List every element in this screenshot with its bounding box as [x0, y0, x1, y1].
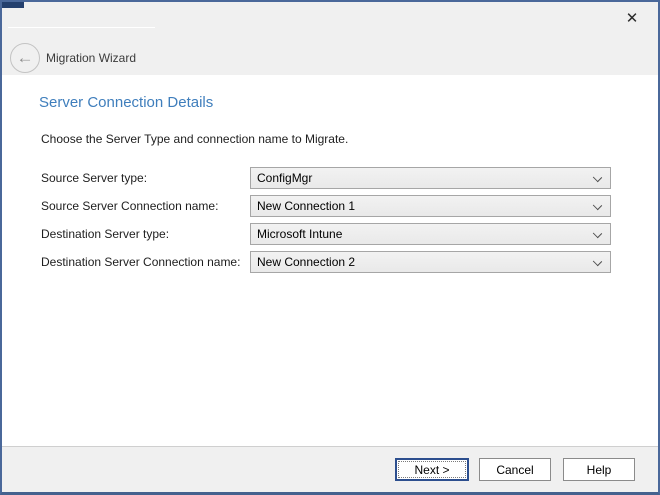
field-label: Source Server Connection name:	[41, 195, 218, 217]
cancel-button[interactable]: Cancel	[479, 458, 551, 481]
chevron-down-icon	[593, 257, 602, 266]
field-label: Destination Server type:	[41, 223, 169, 245]
field-label: Source Server type:	[41, 167, 147, 189]
destination-connection-name-select[interactable]: New Connection 2	[250, 251, 611, 273]
wizard-header: ← Migration Wizard ✕	[2, 2, 658, 75]
selected-value: Microsoft Intune	[257, 227, 342, 241]
wizard-footer: Next > Cancel Help	[2, 446, 658, 492]
instruction-text: Choose the Server Type and connection na…	[41, 132, 348, 146]
form-row: Destination Server type: Microsoft Intun…	[2, 223, 658, 245]
back-arrow-icon: ←	[17, 48, 34, 67]
next-button[interactable]: Next >	[395, 458, 469, 481]
field-label: Destination Server Connection name:	[41, 251, 240, 273]
close-button[interactable]: ✕	[616, 5, 648, 33]
wizard-title: Migration Wizard	[46, 51, 136, 65]
wizard-window: ← Migration Wizard ✕ Server Connection D…	[0, 0, 660, 495]
header-divider-line	[8, 27, 155, 28]
source-server-type-select[interactable]: ConfigMgr	[250, 167, 611, 189]
help-button[interactable]: Help	[563, 458, 635, 481]
selected-value: New Connection 1	[257, 199, 355, 213]
form-row: Source Server type: ConfigMgr	[2, 167, 658, 189]
back-button[interactable]: ←	[10, 43, 40, 73]
chevron-down-icon	[593, 173, 602, 182]
form-row: Destination Server Connection name: New …	[2, 251, 658, 273]
selected-value: New Connection 2	[257, 255, 355, 269]
chevron-down-icon	[593, 201, 602, 210]
form-row: Source Server Connection name: New Conne…	[2, 195, 658, 217]
selected-value: ConfigMgr	[257, 171, 312, 185]
destination-server-type-select[interactable]: Microsoft Intune	[250, 223, 611, 245]
titlebar-artifact	[2, 2, 24, 8]
chevron-down-icon	[593, 229, 602, 238]
page-title: Server Connection Details	[39, 94, 213, 111]
source-connection-name-select[interactable]: New Connection 1	[250, 195, 611, 217]
close-icon: ✕	[626, 10, 639, 27]
wizard-content: Server Connection Details Choose the Ser…	[2, 75, 658, 446]
